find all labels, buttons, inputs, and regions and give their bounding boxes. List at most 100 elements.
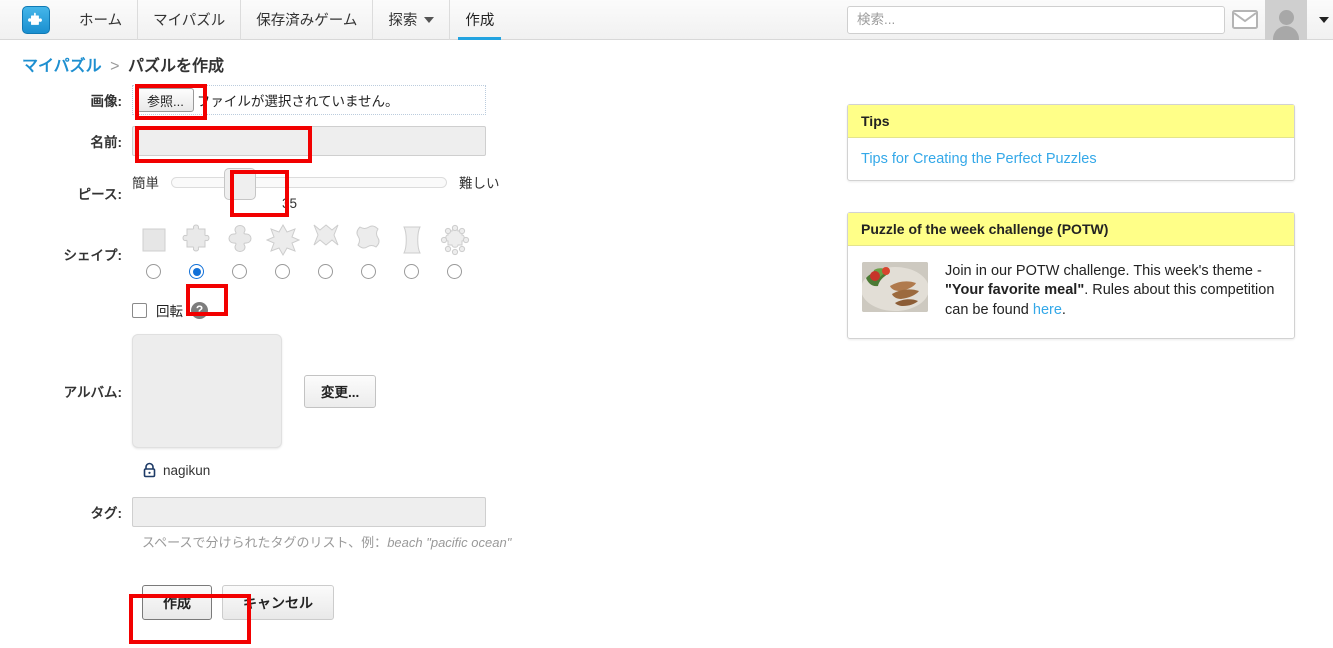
create-button[interactable]: 作成	[142, 585, 212, 620]
shape-option-star-six-point[interactable]	[261, 222, 304, 279]
shape-option-barrel[interactable]	[390, 222, 433, 279]
album-owner-name: nagikun	[163, 462, 211, 478]
album-thumbnail[interactable]	[132, 334, 282, 448]
many-knob-shape-icon	[437, 222, 473, 258]
shape-option-many-knob[interactable]	[433, 222, 476, 279]
tags-hint-prefix: スペースで分けられたタグのリスト、例：	[142, 535, 388, 550]
classic-jigsaw-shape-icon	[179, 222, 215, 258]
form-row-image: 画像: 参照... ファイルが選択されていません。	[0, 82, 520, 118]
cancel-button[interactable]: キャンセル	[222, 585, 334, 620]
nav-item-explore[interactable]: 探索	[372, 0, 449, 40]
form-row-name: 名前:	[0, 118, 520, 164]
nav-item-home[interactable]: ホーム	[64, 0, 137, 40]
form-row-album: アルバム: 変更...	[0, 326, 520, 456]
file-input-field[interactable]: 参照... ファイルが選択されていません。	[132, 85, 486, 115]
tags-hint: スペースで分けられたタグのリスト、例：beach "pacific ocean"	[142, 532, 520, 551]
form-row-shape: シェイプ:	[0, 222, 520, 294]
shape-radio-star-pointed[interactable]	[318, 264, 333, 279]
file-status-text: ファイルが選択されていません。	[196, 94, 399, 109]
rotation-label: 回転	[156, 304, 183, 319]
shape-label: シェイプ:	[63, 248, 123, 263]
potw-panel-title: Puzzle of the week challenge (POTW)	[848, 213, 1294, 246]
breadcrumb-parent-link[interactable]: マイパズル	[22, 58, 102, 75]
nav-label: 探索	[388, 13, 418, 29]
potw-text-before: Join in our POTW challenge. This week's …	[945, 263, 1262, 279]
main-navigation: ホーム マイパズル 保存済みゲーム 探索 作成	[64, 0, 509, 40]
square-shape-icon	[136, 222, 172, 258]
slider-hard-label: 難しい	[459, 176, 500, 191]
change-album-button[interactable]: 変更...	[304, 374, 377, 408]
padlock-icon	[142, 462, 163, 478]
pieces-slider-group: 簡単 難しい 35	[132, 164, 508, 211]
potw-panel-body: Join in our POTW challenge. This week's …	[848, 246, 1294, 338]
star-pointed-shape-icon	[308, 222, 344, 258]
shape-option-cross-knob[interactable]	[218, 222, 261, 279]
breadcrumb-current: パズルを作成	[127, 58, 224, 75]
potw-theme: "Your favorite meal"	[945, 282, 1085, 299]
shape-radio-cross-knob[interactable]	[232, 264, 247, 279]
image-label: 画像:	[90, 94, 123, 109]
nav-item-my-puzzles[interactable]: マイパズル	[137, 0, 240, 40]
pieces-slider-track[interactable]	[171, 167, 447, 200]
form-row-rotation: 回転 ?	[0, 294, 520, 326]
curvy-leather-shape-icon	[351, 222, 387, 258]
top-header-bar: ホーム マイパズル 保存済みゲーム 探索 作成	[0, 0, 1333, 40]
tips-panel: Tips Tips for Creating the Perfect Puzzl…	[847, 104, 1295, 181]
shape-radio-star-six-point[interactable]	[275, 264, 290, 279]
shape-radio-barrel[interactable]	[404, 264, 419, 279]
album-group: 変更...	[132, 334, 377, 448]
shape-radio-curvy-leather[interactable]	[361, 264, 376, 279]
create-puzzle-form: 画像: 参照... ファイルが選択されていません。 名前: ピース: 簡単 難し…	[0, 82, 520, 620]
tips-panel-body: Tips for Creating the Perfect Puzzles	[848, 138, 1294, 180]
user-avatar-icon[interactable]	[1265, 0, 1307, 40]
puzzle-piece-logo-icon[interactable]	[22, 5, 50, 34]
tips-panel-title: Tips	[848, 105, 1294, 138]
nav-label: 保存済みゲーム	[256, 13, 358, 29]
tags-input[interactable]	[132, 497, 486, 527]
nav-item-create[interactable]: 作成	[449, 0, 509, 40]
rotation-checkbox[interactable]	[132, 302, 147, 318]
tips-link[interactable]: Tips for Creating the Perfect Puzzles	[861, 151, 1097, 167]
browse-button[interactable]: 参照...	[137, 88, 194, 112]
envelope-icon[interactable]	[1225, 0, 1265, 40]
pieces-value: 35	[282, 196, 298, 211]
pieces-slider-thumb[interactable]	[224, 167, 256, 200]
potw-panel: Puzzle of the week challenge (POTW) Join…	[847, 212, 1295, 339]
tags-label: タグ:	[90, 506, 123, 521]
tags-hint-example: beach "pacific ocean"	[387, 535, 512, 550]
potw-text-after: .	[1061, 301, 1066, 318]
nav-item-saved-games[interactable]: 保存済みゲーム	[240, 0, 372, 40]
cross-knob-shape-icon	[222, 222, 258, 258]
slider-easy-label: 簡単	[132, 176, 159, 191]
form-row-tags: タグ:	[0, 492, 520, 532]
shape-radio-classic-jigsaw[interactable]	[189, 264, 204, 279]
form-row-pieces: ピース: 簡単 難しい 35	[0, 164, 520, 222]
star-six-point-shape-icon	[265, 222, 301, 258]
shape-radio-square[interactable]	[146, 264, 161, 279]
nav-label: マイパズル	[153, 13, 226, 29]
shape-radio-many-knob[interactable]	[447, 264, 462, 279]
potw-text: Join in our POTW challenge. This week's …	[945, 262, 1280, 320]
shape-option-square[interactable]	[132, 222, 175, 279]
shape-option-curvy-leather[interactable]	[347, 222, 390, 279]
shape-option-classic-jigsaw[interactable]	[175, 222, 218, 279]
nav-label: ホーム	[79, 13, 123, 29]
search-input[interactable]	[847, 5, 1225, 34]
form-action-buttons: 作成 キャンセル	[142, 585, 520, 620]
header-right-group	[847, 0, 1333, 40]
user-menu-chevron-down-icon[interactable]	[1307, 0, 1333, 40]
pieces-label: ピース:	[77, 187, 122, 202]
shape-options	[132, 222, 476, 279]
album-label: アルバム:	[63, 385, 122, 400]
album-owner: nagikun	[142, 462, 520, 478]
breadcrumb-separator: >	[110, 58, 120, 75]
potw-rules-link[interactable]: here	[1033, 302, 1062, 318]
name-label: 名前:	[90, 135, 123, 150]
breadcrumb: マイパズル > パズルを作成	[22, 52, 224, 76]
food-photo-thumbnail[interactable]	[862, 262, 928, 312]
question-mark-icon[interactable]: ?	[191, 301, 208, 319]
chevron-down-icon	[424, 16, 435, 23]
shape-option-star-pointed[interactable]	[304, 222, 347, 279]
name-input[interactable]	[132, 126, 486, 156]
barrel-shape-icon	[394, 222, 430, 258]
